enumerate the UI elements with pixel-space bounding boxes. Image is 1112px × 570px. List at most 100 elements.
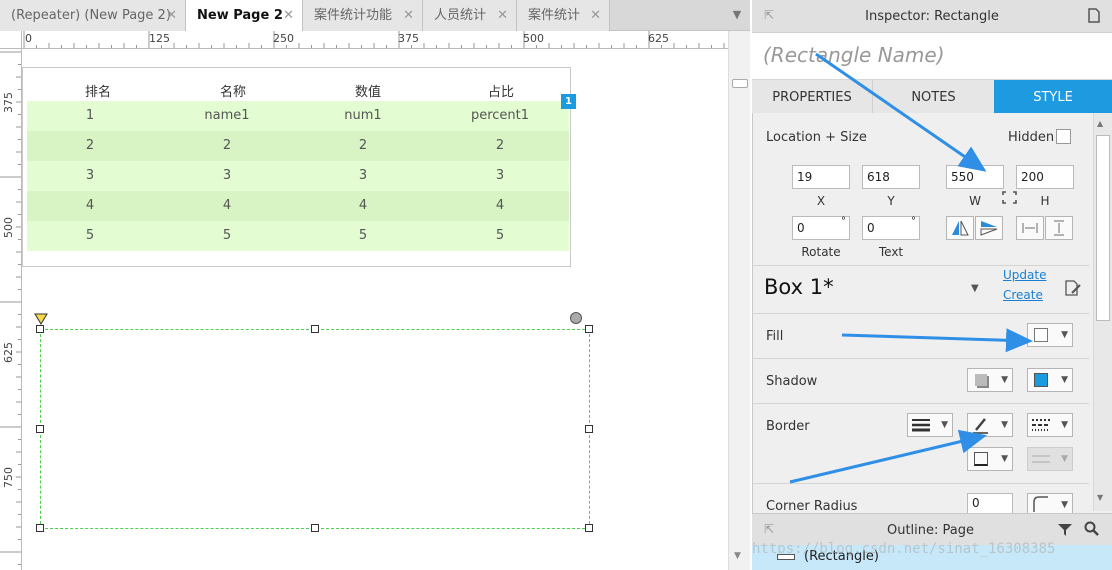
outer-shadow-picker[interactable]: ▼: [967, 368, 1013, 392]
ruler-label: 375: [2, 92, 15, 113]
resize-handle[interactable]: [311, 325, 319, 333]
table-row[interactable]: 1 name1 num1 percent1: [27, 101, 569, 131]
pencil-icon: [973, 418, 988, 434]
column-header: 数值: [354, 85, 381, 100]
border-color-picker[interactable]: ▼: [967, 413, 1013, 437]
filter-icon[interactable]: [1057, 522, 1073, 537]
close-icon[interactable]: ✕: [403, 0, 414, 31]
inspector-title: Inspector: Rectangle: [865, 9, 999, 24]
table-row[interactable]: 5 5 5 5: [27, 221, 569, 251]
rounded-corner-icon: [1033, 496, 1048, 512]
style-dropdown-chevron-icon[interactable]: ▼: [971, 283, 979, 294]
degree-symbol: °: [911, 216, 916, 227]
scroll-down-arrow-icon[interactable]: ▼: [734, 551, 741, 561]
border-visibility-picker[interactable]: ▼: [967, 447, 1013, 471]
corner-style-picker[interactable]: ▼: [1027, 493, 1073, 513]
tab-notes[interactable]: NOTES: [873, 80, 994, 113]
ruler-ticks: [23, 31, 725, 48]
resize-handle[interactable]: [585, 425, 593, 433]
close-icon[interactable]: ✕: [166, 0, 177, 31]
fill-label: Fill: [766, 329, 784, 344]
ruler-label: 375: [398, 32, 419, 45]
ruler-label: 500: [2, 217, 15, 238]
resize-handle[interactable]: [585, 524, 593, 532]
resize-handle[interactable]: [36, 425, 44, 433]
inner-shadow-picker[interactable]: ▼: [1027, 368, 1073, 392]
dash-pattern-icon: [1032, 419, 1050, 431]
close-icon[interactable]: ✕: [497, 0, 508, 31]
h-label: H: [1040, 194, 1050, 208]
hidden-checkbox[interactable]: [1056, 129, 1071, 144]
table-cell: 5: [222, 228, 232, 243]
search-icon[interactable]: [1084, 521, 1100, 537]
flip-horizontal-button[interactable]: [946, 216, 974, 240]
distribute-vertical-button[interactable]: [1045, 216, 1073, 240]
table-cell: 3: [85, 168, 95, 183]
tab-new-page-2[interactable]: New Page 2 ✕: [186, 0, 303, 32]
y-field[interactable]: 618: [862, 165, 920, 189]
tab-repeater-new-page-2[interactable]: (Repeater) (New Page 2) ✕: [0, 0, 186, 31]
border-thickness-picker[interactable]: ▼: [907, 413, 953, 437]
table-row[interactable]: 4 4 4 4: [27, 191, 569, 221]
canvas-vertical-scrollbar[interactable]: ▼: [728, 31, 750, 570]
table-cell: 4: [85, 198, 95, 213]
tab-case-statistics[interactable]: 案件统计 ✕: [517, 0, 610, 31]
repeater-badge[interactable]: 1: [561, 94, 576, 109]
table-cell: 2: [222, 138, 232, 153]
selected-rectangle[interactable]: [40, 329, 590, 529]
tab-case-statistics-function[interactable]: 案件统计功能 ✕: [303, 0, 423, 31]
update-style-link[interactable]: Update: [1003, 268, 1046, 282]
repeater-table[interactable]: 排名 名称 数值 占比 1 name1 num1 percent1 2 2 2 …: [22, 67, 571, 267]
close-icon[interactable]: ✕: [590, 0, 601, 31]
table-row[interactable]: 2 2 2 2: [27, 131, 569, 161]
border-pattern-picker[interactable]: ▼: [1027, 413, 1073, 437]
width-field[interactable]: 550: [946, 165, 1004, 189]
close-icon[interactable]: ✕: [283, 0, 294, 31]
chevron-down-icon: ▼: [1001, 420, 1008, 430]
border-label: Border: [766, 419, 810, 434]
table-cell: name1: [204, 108, 250, 123]
scroll-up-arrow-icon[interactable]: ▲: [1097, 119, 1103, 128]
divider: [752, 403, 1089, 404]
tab-personnel-statistics[interactable]: 人员统计 ✕: [423, 0, 517, 31]
style-name[interactable]: Box 1*: [764, 275, 834, 299]
table-cell: 3: [495, 168, 505, 183]
resize-handle[interactable]: [311, 524, 319, 532]
tab-label: 案件统计: [528, 8, 581, 23]
x-field[interactable]: 19: [792, 165, 850, 189]
fill-color-picker[interactable]: ▼: [1027, 323, 1073, 347]
distribute-vertical-icon: [1054, 220, 1064, 236]
table-row[interactable]: 3 3 3 3: [27, 161, 569, 191]
corner-radius-handle-icon[interactable]: [34, 313, 48, 325]
table-cell: 5: [495, 228, 505, 243]
style-editor-icon[interactable]: [1064, 280, 1082, 297]
corner-radius-field[interactable]: 0: [967, 493, 1013, 513]
rotate-field[interactable]: 0 °: [792, 216, 850, 240]
resize-handle[interactable]: [585, 325, 593, 333]
scrollbar-thumb[interactable]: [1096, 135, 1110, 321]
scrollbar-thumb[interactable]: [732, 79, 748, 88]
tab-menu-chevron-icon[interactable]: ▼: [728, 8, 746, 24]
arrow-style-icon: [1032, 455, 1050, 463]
tab-properties[interactable]: PROPERTIES: [752, 80, 873, 113]
flip-vertical-button[interactable]: [975, 216, 1003, 240]
widget-name-field[interactable]: (Rectangle Name): [752, 33, 1112, 80]
height-field[interactable]: 200: [1016, 165, 1074, 189]
ruler-label: 125: [149, 32, 170, 45]
document-icon[interactable]: [1088, 8, 1100, 23]
resize-handle[interactable]: [36, 325, 44, 333]
inspector-scrollbar[interactable]: ▲ ▼: [1093, 113, 1112, 511]
distribute-horizontal-button[interactable]: [1016, 216, 1044, 240]
create-style-link[interactable]: Create: [1003, 288, 1043, 302]
outline-title: Outline: Page: [886, 523, 974, 538]
arrow-style-picker[interactable]: ▼: [1027, 447, 1073, 471]
rotate-handle-icon[interactable]: [570, 312, 582, 324]
tab-style[interactable]: STYLE: [994, 80, 1112, 113]
lock-aspect-icon[interactable]: [1002, 191, 1017, 204]
ruler-ticks: [0, 51, 21, 565]
resize-handle[interactable]: [36, 524, 44, 532]
scroll-down-arrow-icon[interactable]: ▼: [1097, 493, 1103, 502]
text-rotate-field[interactable]: 0 °: [862, 216, 920, 240]
hidden-label: Hidden: [1008, 130, 1055, 145]
rotate-label: Rotate: [801, 245, 841, 259]
